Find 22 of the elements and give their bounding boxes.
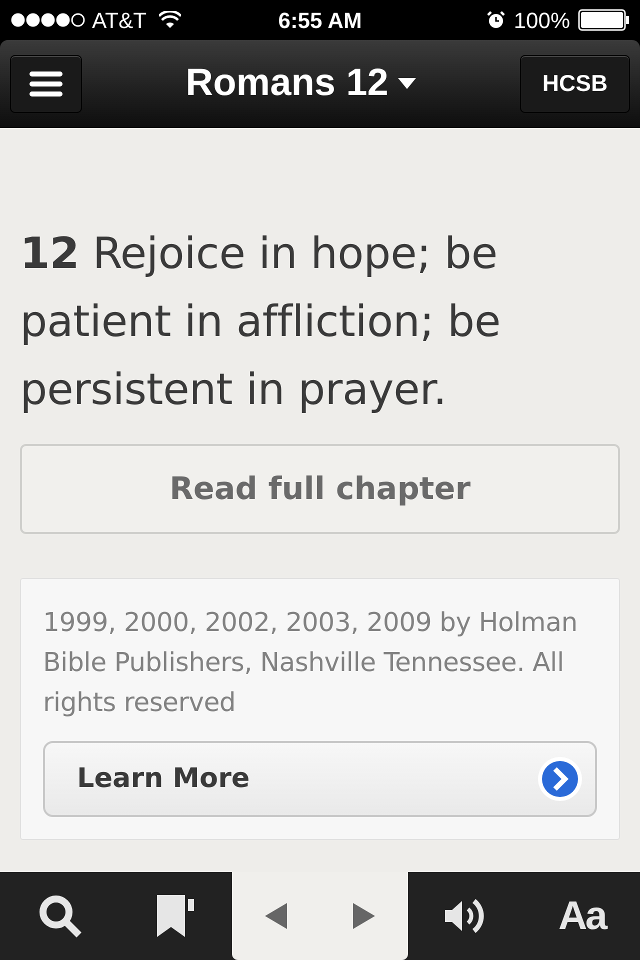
signal-icon bbox=[10, 12, 86, 28]
wifi-icon bbox=[158, 11, 181, 29]
verse-text: 12 Rejoice in hope; be patient in affliction; be persistent in prayer. bbox=[20, 228, 502, 417]
clock: 6:55 AM bbox=[278, 6, 362, 34]
chevron-right-icon bbox=[537, 756, 583, 802]
bookmark-icon bbox=[155, 895, 197, 937]
read-chapter-button[interactable]: Read full chapter bbox=[20, 444, 620, 534]
search-icon bbox=[37, 893, 83, 939]
carrier: AT&T bbox=[92, 6, 147, 34]
menu-button[interactable] bbox=[10, 54, 82, 112]
battery-icon bbox=[578, 9, 630, 31]
chapter-selector[interactable]: Romans 12 bbox=[82, 55, 520, 112]
version-button[interactable]: HCSB bbox=[520, 54, 630, 112]
copyright-text: 1999, 2000, 2002, 2003, 2009 by Holman Bible Publishers, Nashville Tennessee. All rights reserved bbox=[43, 607, 578, 720]
triangle-right-icon bbox=[353, 903, 375, 929]
menu-icon bbox=[29, 70, 63, 96]
alarm-icon bbox=[486, 10, 506, 30]
caret-icon bbox=[398, 78, 416, 89]
learn-more-button[interactable]: Learn More bbox=[43, 741, 597, 817]
font-size-button[interactable]: Aa bbox=[524, 872, 640, 960]
triangle-left-icon bbox=[265, 903, 287, 929]
battery-percent: 100% bbox=[514, 6, 570, 34]
